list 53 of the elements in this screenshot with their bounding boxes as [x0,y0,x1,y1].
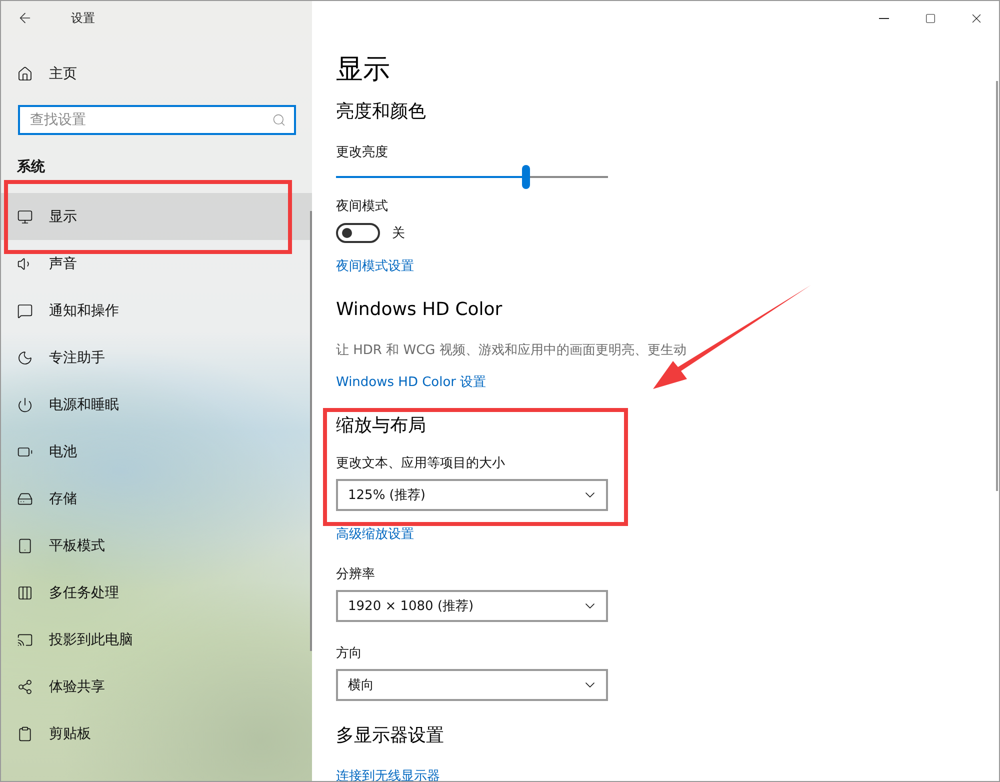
cast-icon [17,632,33,648]
sidebar-item[interactable]: 存储 [1,475,77,522]
dropdown-label: 分辨率 [336,566,375,584]
dropdown-label: 更改文本、应用等项目的大小 [336,455,505,472]
section-heading: 多显示器设置 [336,725,444,747]
drive-icon [17,490,33,506]
dropdown[interactable]: 125% (推荐) [336,479,608,512]
tablet-icon [17,538,33,554]
dropdown[interactable]: 1920 × 1080 (推荐) [336,590,608,622]
sidebar-item[interactable]: 声音 [1,240,77,287]
settings-link[interactable]: Windows HD Color 设置 [336,372,486,391]
section-heading: 缩放与布局 [336,414,426,436]
brightness-slider[interactable] [336,164,608,189]
scrollbar[interactable] [310,211,312,651]
sidebar-item[interactable]: 体验共享 [1,663,105,710]
sidebar-item[interactable]: 剪贴板 [1,710,91,757]
slider-label: 更改亮度 [336,144,388,161]
clipboard-icon [17,726,33,742]
back-button[interactable] [17,10,33,26]
sidebar-item[interactable]: 电源和睡眠 [1,381,119,428]
toggle-label: 夜间模式 [336,198,388,215]
section-heading: Windows HD Color [336,298,502,321]
sidebar-item[interactable]: 电池 [1,428,77,475]
monitor-icon [17,208,33,224]
description-text: 让 HDR 和 WCG 视频、游戏和应用中的画面更明亮、更生动 [336,342,686,359]
share-icon [17,678,33,694]
moon-icon [17,350,33,366]
slider-thumb[interactable] [522,164,530,189]
settings-link[interactable]: 高级缩放设置 [336,525,414,544]
search-icon [272,113,286,127]
maximize-icon [924,12,936,24]
dropdown-label: 方向 [336,645,362,662]
window-title: 设置 [71,10,95,26]
group-heading: 系统 [17,158,45,176]
dropdown[interactable]: 横向 [336,669,608,702]
sidebar-item[interactable]: 平板模式 [1,522,105,569]
settings-link[interactable]: 夜间模式设置 [336,256,414,275]
page-title: 显示 [336,54,390,86]
sidebar-item[interactable]: 投影到此电脑 [1,616,133,663]
search-field[interactable]: 查找设置 [18,105,296,135]
section-heading: 亮度和颜色 [336,101,426,123]
home-icon [17,66,33,82]
message-icon [17,302,33,318]
toggle-state: 关 [392,224,405,242]
sidebar-item[interactable]: 专注助手 [1,334,105,381]
sidebar-item[interactable]: 显示 [1,193,312,240]
toggle-switch[interactable] [336,222,380,243]
scrollbar[interactable] [996,81,998,491]
sidebar-item[interactable]: 多任务处理 [1,569,119,616]
sidebar-item[interactable]: 通知和操作 [1,287,119,334]
power-icon [17,396,33,412]
columns-icon [17,584,33,600]
home-item[interactable]: 主页 [1,50,77,97]
